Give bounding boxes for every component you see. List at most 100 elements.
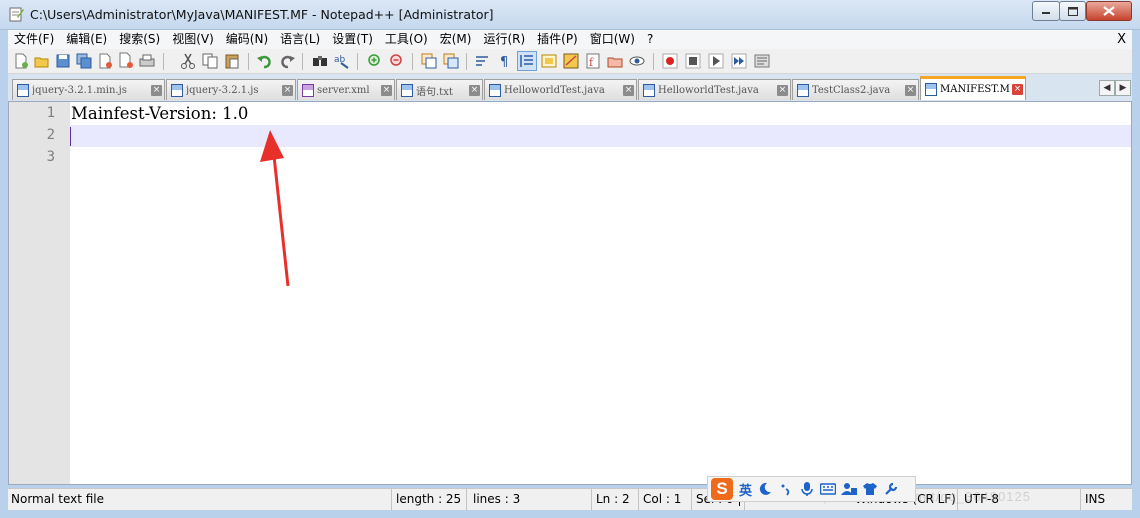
user-icon[interactable] xyxy=(840,480,858,498)
menu-macro[interactable]: 宏(M) xyxy=(434,30,478,49)
toolbar-separator xyxy=(653,53,654,70)
tab-close-icon[interactable]: × xyxy=(1012,84,1023,95)
tab-close-icon[interactable]: × xyxy=(777,84,788,96)
menu-encoding[interactable]: 编码(N) xyxy=(220,30,274,49)
tab-jquery-min[interactable]: jquery-3.2.1.min.js × xyxy=(12,79,165,100)
tab-manifest-mf[interactable]: MANIFEST.MF × xyxy=(920,76,1026,100)
close-all-icon[interactable] xyxy=(117,52,135,70)
play-macro-icon[interactable] xyxy=(707,52,725,70)
status-line: Ln : 2 xyxy=(593,489,639,511)
tab-yuju-txt[interactable]: 语句.txt × xyxy=(396,79,483,100)
toolbar: ab ¶ f xyxy=(8,49,1132,74)
tab-close-icon[interactable]: × xyxy=(151,84,162,96)
menu-search[interactable]: 搜索(S) xyxy=(113,30,166,49)
tab-testclass2[interactable]: TestClass2.java × xyxy=(792,79,919,100)
saved-file-icon xyxy=(401,83,413,97)
tab-helloworldtest-2[interactable]: HelloworldTest.java × xyxy=(638,79,791,100)
tab-jquery[interactable]: jquery-3.2.1.js × xyxy=(166,79,296,100)
minimize-button[interactable] xyxy=(1032,1,1060,21)
microphone-icon[interactable] xyxy=(798,480,816,498)
tab-scroll-left-button[interactable]: ◀ xyxy=(1099,80,1115,96)
find-icon[interactable] xyxy=(311,52,329,70)
status-lines: lines : 3 xyxy=(470,489,592,511)
skin-shirt-icon[interactable] xyxy=(861,480,879,498)
zoom-out-icon[interactable] xyxy=(388,52,406,70)
tab-scroll-right-button[interactable]: ▶ xyxy=(1115,80,1131,96)
menu-file[interactable]: 文件(F) xyxy=(8,30,60,49)
wrench-icon[interactable] xyxy=(882,480,900,498)
menu-view[interactable]: 视图(V) xyxy=(166,30,220,49)
tab-close-icon[interactable]: × xyxy=(905,84,916,96)
maximize-icon xyxy=(1067,6,1078,16)
tab-close-icon[interactable]: × xyxy=(623,84,634,96)
redo-icon[interactable] xyxy=(278,52,296,70)
tab-server-xml[interactable]: server.xml × xyxy=(297,79,395,100)
punctuation-icon[interactable] xyxy=(777,480,795,498)
moon-icon[interactable] xyxy=(756,480,774,498)
editor-area[interactable]: 1 2 3 Mainfest-Version: 1.0 xyxy=(8,101,1132,485)
tab-label: 语句.txt xyxy=(416,86,453,98)
tab-label: HelloworldTest.java xyxy=(504,84,605,96)
menu-edit[interactable]: 编辑(E) xyxy=(60,30,113,49)
save-icon[interactable] xyxy=(54,52,72,70)
code-line[interactable] xyxy=(70,147,1131,169)
replace-icon[interactable]: ab xyxy=(333,52,351,70)
code-line[interactable]: Mainfest-Version: 1.0 xyxy=(70,103,1131,125)
menu-window[interactable]: 窗口(W) xyxy=(584,30,641,49)
menu-tools[interactable]: 工具(O) xyxy=(379,30,434,49)
show-all-chars-icon[interactable]: ¶ xyxy=(496,52,514,70)
new-file-icon[interactable] xyxy=(12,52,30,70)
tab-label: HelloworldTest.java xyxy=(658,84,759,96)
folder-workspace-icon[interactable] xyxy=(606,52,624,70)
tab-label: jquery-3.2.1.js xyxy=(186,84,259,96)
close-document-button[interactable]: X xyxy=(1117,30,1126,49)
print-icon[interactable] xyxy=(138,52,156,70)
sync-horizontal-icon[interactable] xyxy=(442,52,460,70)
tab-close-icon[interactable]: × xyxy=(469,84,480,96)
save-all-icon[interactable] xyxy=(75,52,93,70)
tab-helloworldtest-1[interactable]: HelloworldTest.java × xyxy=(484,79,637,100)
tab-label: TestClass2.java xyxy=(812,84,891,96)
toolbar-separator xyxy=(412,53,413,70)
user-lang-icon[interactable] xyxy=(540,52,558,70)
function-list-icon[interactable]: f xyxy=(584,52,602,70)
toolbar-separator xyxy=(163,53,164,70)
menu-plugins[interactable]: 插件(P) xyxy=(531,30,584,49)
ime-logo-icon[interactable]: S xyxy=(711,478,733,500)
toolbar-separator xyxy=(302,53,303,70)
tab-close-icon[interactable]: × xyxy=(282,84,293,96)
stop-record-icon[interactable] xyxy=(684,52,702,70)
tab-close-icon[interactable]: × xyxy=(381,84,392,96)
tab-label: jquery-3.2.1.min.js xyxy=(32,84,127,96)
close-window-button[interactable] xyxy=(1086,1,1132,21)
paste-icon[interactable] xyxy=(223,52,241,70)
zoom-in-icon[interactable] xyxy=(366,52,384,70)
record-macro-icon[interactable] xyxy=(661,52,679,70)
copy-icon[interactable] xyxy=(201,52,219,70)
open-file-icon[interactable] xyxy=(33,52,51,70)
menu-help[interactable]: ? xyxy=(641,30,659,49)
cut-icon[interactable] xyxy=(179,52,197,70)
undo-icon[interactable] xyxy=(256,52,274,70)
current-code-line[interactable] xyxy=(70,125,1131,147)
keyboard-icon[interactable] xyxy=(819,480,837,498)
doc-map-icon[interactable] xyxy=(562,52,580,70)
line-number: 2 xyxy=(46,127,55,143)
status-insert-mode[interactable]: INS xyxy=(1082,489,1132,511)
ime-toolbar[interactable]: S 英 xyxy=(707,476,916,502)
word-wrap-icon[interactable] xyxy=(474,52,492,70)
menu-run[interactable]: 运行(R) xyxy=(477,30,531,49)
save-macro-icon[interactable] xyxy=(753,52,771,70)
svg-text:ab: ab xyxy=(334,55,346,65)
saved-file-icon xyxy=(17,83,29,97)
indent-guide-icon[interactable] xyxy=(517,51,537,71)
close-file-icon[interactable] xyxy=(96,52,114,70)
monitoring-icon[interactable] xyxy=(628,52,646,70)
sync-vertical-icon[interactable] xyxy=(420,52,438,70)
menu-settings[interactable]: 设置(T) xyxy=(326,30,379,49)
menu-language[interactable]: 语言(L) xyxy=(274,30,326,49)
run-macro-multiple-icon[interactable] xyxy=(730,52,748,70)
ime-language-toggle[interactable]: 英 xyxy=(739,480,752,499)
maximize-button[interactable] xyxy=(1059,1,1086,21)
status-length: length : 25 xyxy=(393,489,467,511)
